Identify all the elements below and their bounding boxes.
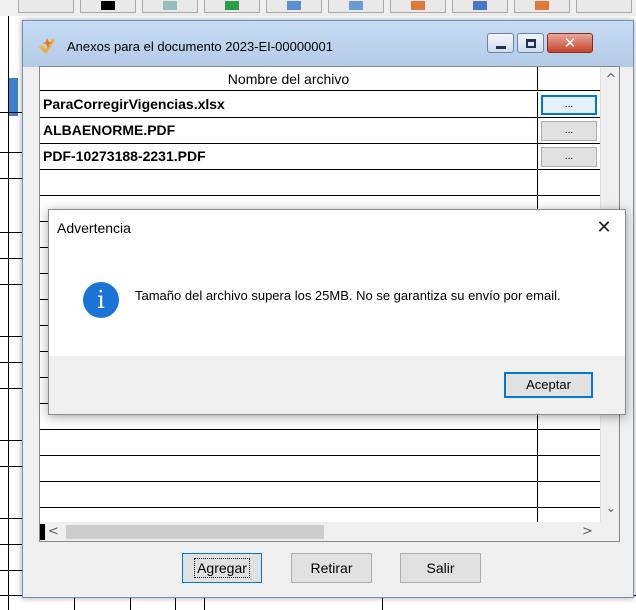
scroll-up-icon[interactable]: ^ [601,71,619,89]
background-grid-line [0,388,24,389]
scroll-down-icon[interactable]: ⌄ [601,500,619,518]
background-toolbar [0,0,636,16]
file-name-cell[interactable]: ALBAENORME.PDF [43,118,175,143]
background-selection-marker [8,78,18,116]
horizontal-scrollbar[interactable]: < > [40,522,619,541]
info-icon: i [83,282,119,318]
close-icon: ✕ [563,34,577,52]
background-tool-button [266,0,322,13]
background-grid-line [8,16,9,610]
background-grid-line [0,232,24,233]
background-left-strip [0,16,22,610]
empty-row[interactable] [40,170,600,196]
background-tool-button [80,0,136,13]
empty-row[interactable] [40,430,600,456]
scroll-right-icon[interactable]: > [582,522,598,541]
browse-file-button[interactable]: ... [541,147,597,167]
warning-dialog: Advertencia ✕ i Tamaño del archivo super… [48,209,626,415]
background-tool-button [18,0,74,13]
browse-file-button[interactable]: ... [541,95,597,115]
empty-row[interactable] [40,456,600,482]
column-header-filename[interactable]: Nombre del archivo [40,67,538,91]
add-button-label: Agregar [194,558,250,578]
app-icon [39,38,55,54]
close-icon[interactable]: ✕ [587,214,621,242]
file-name-cell[interactable]: PDF-10273188-2231.PDF [43,144,206,169]
maximize-icon [526,39,536,48]
dialog-message: Tamaño del archivo supera los 25MB. No s… [135,288,561,303]
background-grid-line [0,518,24,519]
background-grid-line [0,152,24,153]
table-row[interactable]: ALBAENORME.PDF ... [40,118,600,144]
background-grid-line [0,466,24,467]
column-header-action [538,67,600,91]
background-grid-line [0,178,24,179]
table-row[interactable]: ParaCorregirVigencias.xlsx ... [40,92,600,118]
background-grid-line [0,258,24,259]
background-grid-line [0,570,24,571]
browse-file-button[interactable]: ... [541,121,597,141]
background-tool-button [142,0,198,13]
background-tool-button [204,0,260,13]
background-grid-line [0,284,24,285]
row-indicator [40,524,45,540]
table-row[interactable]: PDF-10273188-2231.PDF ... [40,144,600,170]
window-titlebar[interactable]: Anexos para el documento 2023-EI-0000000… [23,21,633,67]
background-grid-line [0,544,24,545]
background-tool-button [576,0,632,13]
remove-button[interactable]: Retirar [291,553,372,583]
maximize-button[interactable] [517,33,544,53]
file-name-cell[interactable]: ParaCorregirVigencias.xlsx [43,92,225,117]
background-tool-button [452,0,508,13]
background-tool-button [514,0,570,13]
background-grid-line [0,440,24,441]
exit-button[interactable]: Salir [400,553,481,583]
dialog-title: Advertencia [57,220,131,236]
scroll-left-icon[interactable]: < [48,522,64,541]
background-grid-line [0,112,24,113]
add-button[interactable]: Agregar [182,553,262,583]
minimize-icon [496,46,506,49]
dialog-footer: Aceptar [49,356,625,414]
background-grid-line [0,336,24,337]
background-tool-button [390,0,446,13]
horizontal-scroll-thumb[interactable] [66,525,324,539]
accept-button[interactable]: Aceptar [504,372,593,398]
background-tool-button [328,0,384,13]
empty-row[interactable] [40,482,600,508]
close-window-button[interactable]: ✕ [547,33,593,53]
background-grid-line [0,362,24,363]
window-title: Anexos para el documento 2023-EI-0000000… [67,39,333,54]
minimize-button[interactable] [487,33,514,53]
